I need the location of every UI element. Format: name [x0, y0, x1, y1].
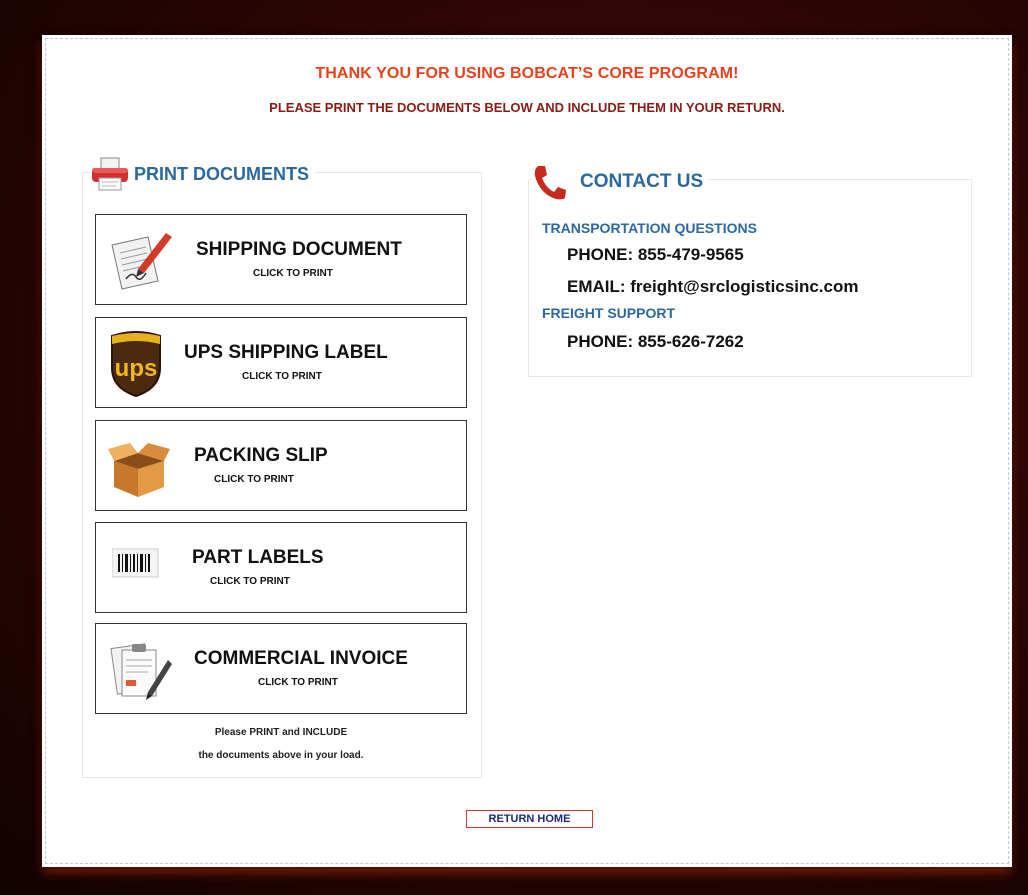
shipping-document-action: CLICK TO PRINT [253, 268, 333, 279]
phone-icon [532, 164, 566, 200]
print-footnote-line1: Please PRINT and INCLUDE [214, 727, 348, 738]
shipping-document-label: SHIPPING DOCUMENT [196, 239, 402, 260]
ups-shipping-label-button[interactable]: ups UPS SHIPPING LABEL CLICK TO PRINT [95, 317, 467, 408]
barcode-label-icon [111, 547, 170, 605]
ups-shield-icon: ups [106, 330, 164, 398]
printer-icon [90, 157, 130, 191]
freight-support-heading: FREIGHT SUPPORT [542, 305, 676, 321]
contact-us-legend: CONTACT US [532, 164, 710, 200]
part-labels-action: CLICK TO PRINT [210, 576, 290, 587]
transportation-questions-heading: TRANSPORTATION QUESTIONS [542, 220, 757, 236]
packing-slip-button[interactable]: PACKING SLIP CLICK TO PRINT [95, 420, 467, 511]
ups-shipping-label-action: CLICK TO PRINT [242, 371, 322, 382]
signed-document-icon [108, 231, 172, 290]
page-subtitle: PLEASE PRINT THE DOCUMENTS BELOW AND INC… [269, 100, 785, 115]
return-home-button[interactable]: RETURN HOME [466, 810, 593, 828]
content-sheet: THANK YOU FOR USING BOBCAT’S CORE PROGRA… [45, 38, 1009, 864]
packing-slip-action: CLICK TO PRINT [214, 474, 294, 485]
transportation-email[interactable]: EMAIL: freight@srclogisticsinc.com [567, 277, 858, 297]
packing-slip-label: PACKING SLIP [194, 445, 328, 466]
shipping-document-button[interactable]: SHIPPING DOCUMENT CLICK TO PRINT [95, 214, 467, 305]
freight-support-phone: PHONE: 855-626-7262 [567, 332, 744, 351]
page-title: THANK YOU FOR USING BOBCAT’S CORE PROGRA… [315, 65, 739, 82]
part-labels-button[interactable]: PART LABELS CLICK TO PRINT [95, 522, 467, 613]
contact-us-legend-label: CONTACT US [580, 171, 704, 192]
commercial-invoice-button[interactable]: COMMERCIAL INVOICE CLICK TO PRINT [95, 623, 467, 714]
transportation-phone: PHONE: 855-479-9565 [567, 245, 744, 264]
svg-text:ups: ups [115, 355, 158, 382]
invoice-pen-icon [108, 640, 172, 700]
print-footnote-line2: the documents above in your load. [198, 750, 364, 761]
cardboard-box-icon [108, 437, 170, 497]
part-labels-label: PART LABELS [192, 547, 324, 568]
commercial-invoice-label: COMMERCIAL INVOICE [194, 648, 408, 669]
print-documents-legend: PRINT DOCUMENTS [90, 157, 315, 191]
ups-shipping-label-label: UPS SHIPPING LABEL [184, 342, 388, 363]
commercial-invoice-action: CLICK TO PRINT [258, 677, 338, 688]
print-documents-legend-label: PRINT DOCUMENTS [134, 163, 309, 184]
